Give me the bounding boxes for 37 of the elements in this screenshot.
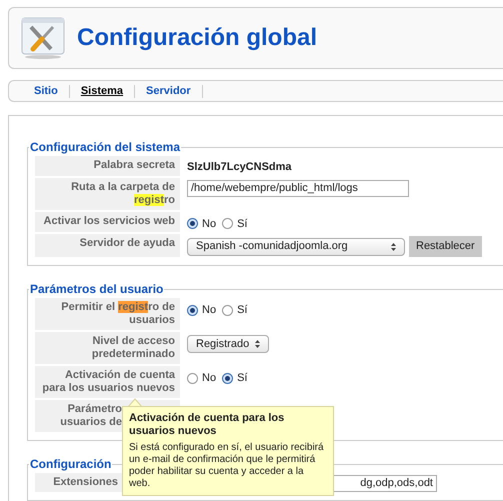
updown-icon [255,340,260,348]
tab[interactable]: Sitio [23,82,69,100]
section-title: Configuración [29,456,112,473]
reset-button[interactable]: Restablecer [409,236,482,257]
field-label: Activación de cuenta para los usuarios nuevos [35,366,180,398]
radio-button[interactable] [187,304,198,316]
radio-button[interactable] [187,372,198,384]
radio-label: No [202,303,216,318]
field-label: Activar los servicios web [35,212,180,232]
tab[interactable]: Servidor [135,82,202,100]
radio-button[interactable] [187,218,198,230]
field-label: Parámetro [68,403,122,416]
radio-button[interactable] [222,218,234,230]
secret-value: SlzUlb7LcyCNSdma [187,160,292,175]
field-label: Servidor de ayuda [35,234,180,257]
section-title: Configuración del sistema [29,139,182,156]
field-label: usuarios de [60,416,122,429]
text-field[interactable]: /home/webempre/public_html/logs [187,180,409,196]
page-title: Configuración global [77,23,317,53]
radio-label: Sí [237,303,248,318]
radio-button[interactable] [222,372,234,384]
field-label: Ruta a la carpeta de registro [35,178,180,210]
field-label: Palabra secreta [35,156,180,176]
radio-button[interactable] [222,304,234,316]
section-title: Parámetros del usuario [29,281,164,298]
field-label: Nivel de acceso predeterminado [35,332,180,364]
radio-label: No [202,371,216,386]
tooltip-title: Activación de cuenta para los usuarios nuevos [129,412,286,438]
dropdown[interactable]: Registrado [187,335,269,353]
tools-icon [21,17,65,59]
field-label: Permitir el registro de usuarios [35,298,180,330]
tab[interactable]: Sistema [70,82,134,100]
radio-label: No [202,216,216,232]
radio-label: Sí [237,371,248,386]
dropdown[interactable]: Spanish -comunidadjoomla.org [187,238,405,256]
radio-label: Sí [237,216,248,232]
updown-icon [391,242,396,250]
